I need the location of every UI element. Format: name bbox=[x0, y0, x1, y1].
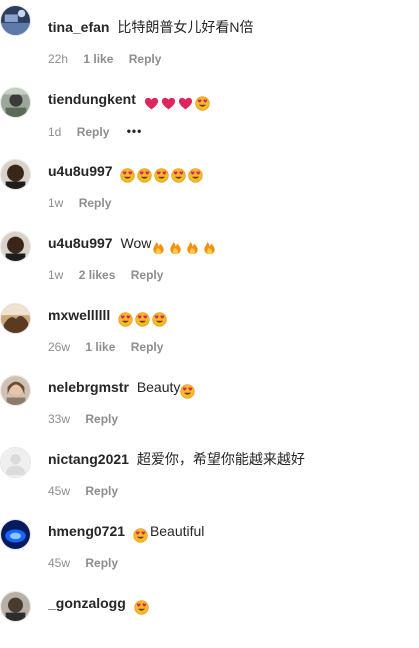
reply-button[interactable]: Reply bbox=[85, 412, 118, 426]
fire-icon bbox=[151, 240, 166, 255]
comment-username[interactable]: u4u8u997 bbox=[48, 163, 113, 179]
red-heart-icon bbox=[144, 96, 159, 111]
comment-timestamp[interactable]: 26w bbox=[48, 340, 70, 354]
heart-eyes-icon bbox=[180, 384, 196, 399]
heart-eyes-icon bbox=[120, 168, 136, 183]
comment-item: nictang2021 超爱你，希望你能越来越好 45w Reply bbox=[0, 432, 419, 504]
comment-likes[interactable]: 2 likes bbox=[79, 268, 116, 282]
reply-button[interactable]: Reply bbox=[85, 484, 118, 498]
avatar[interactable] bbox=[0, 591, 31, 622]
comment-timestamp[interactable]: 45w bbox=[48, 484, 70, 498]
avatar-image bbox=[1, 160, 30, 189]
comment-item: mxwellllll 26w 1 like Reply bbox=[0, 288, 419, 360]
comment-item: nelebrgmstr Beauty 33w Reply bbox=[0, 360, 419, 432]
comment-username[interactable]: mxwellllll bbox=[48, 307, 110, 323]
emoji-group bbox=[144, 93, 212, 111]
red-heart-icon bbox=[161, 96, 176, 111]
comment-item: tiendungkent 1d Reply ••• bbox=[0, 72, 419, 144]
comment-text: 超爱你，希望你能越来越好 bbox=[136, 451, 305, 467]
comment-timestamp[interactable]: 1w bbox=[48, 268, 63, 282]
reply-button[interactable]: Reply bbox=[79, 196, 112, 210]
emoji-group bbox=[180, 381, 197, 399]
reply-button[interactable]: Reply bbox=[131, 268, 164, 282]
comment-text: Wow bbox=[120, 235, 152, 251]
comment-text: 比特朗普女儿好看N倍 bbox=[117, 19, 254, 35]
comment-timestamp[interactable]: 45w bbox=[48, 556, 70, 570]
avatar[interactable] bbox=[0, 303, 31, 334]
reply-button[interactable]: Reply bbox=[85, 556, 118, 570]
emoji-group bbox=[134, 597, 151, 615]
avatar-image bbox=[1, 88, 30, 117]
emoji-group bbox=[118, 309, 169, 327]
avatar-image bbox=[1, 376, 30, 405]
comment-item: _gonzalogg bbox=[0, 576, 419, 648]
emoji-group bbox=[151, 237, 219, 255]
comment-item: tina_efan 比特朗普女儿好看N倍 22h 1 like Reply bbox=[0, 0, 419, 72]
default-avatar-icon bbox=[1, 448, 30, 477]
avatar-image bbox=[1, 304, 30, 333]
avatar-image bbox=[1, 6, 30, 35]
comment-timestamp[interactable]: 22h bbox=[48, 52, 68, 66]
heart-eyes-icon bbox=[188, 168, 204, 183]
heart-eyes-icon bbox=[133, 528, 148, 543]
comment-username[interactable]: nictang2021 bbox=[48, 451, 129, 467]
reply-button[interactable]: Reply bbox=[77, 125, 110, 139]
comment-username[interactable]: u4u8u997 bbox=[48, 235, 113, 251]
comment-likes[interactable]: 1 like bbox=[85, 340, 115, 354]
comment-username[interactable]: tina_efan bbox=[48, 19, 109, 35]
emoji-group bbox=[133, 525, 150, 543]
more-options-icon[interactable]: ••• bbox=[127, 124, 143, 138]
fire-icon bbox=[168, 240, 183, 255]
fire-icon bbox=[202, 240, 217, 255]
reply-button[interactable]: Reply bbox=[129, 52, 162, 66]
avatar[interactable] bbox=[0, 5, 31, 36]
avatar[interactable] bbox=[0, 231, 31, 262]
comment-timestamp[interactable]: 33w bbox=[48, 412, 70, 426]
avatar[interactable] bbox=[0, 447, 31, 478]
avatar-image bbox=[1, 592, 30, 621]
fire-icon bbox=[185, 240, 200, 255]
heart-eyes-icon bbox=[154, 168, 170, 183]
comment-item: u4u8u997 1w Reply bbox=[0, 144, 419, 216]
comment-timestamp[interactable]: 1d bbox=[48, 125, 61, 139]
comment-username[interactable]: nelebrgmstr bbox=[48, 379, 129, 395]
reply-button[interactable]: Reply bbox=[131, 340, 164, 354]
avatar[interactable] bbox=[0, 519, 31, 550]
comment-item: u4u8u997 Wow 1w 2 likes Reply bbox=[0, 216, 419, 288]
heart-eyes-icon bbox=[135, 312, 150, 327]
red-heart-icon bbox=[178, 96, 193, 111]
comment-likes[interactable]: 1 like bbox=[83, 52, 113, 66]
comment-timestamp[interactable]: 1w bbox=[48, 196, 63, 210]
comment-username[interactable]: _gonzalogg bbox=[48, 595, 126, 611]
heart-eyes-icon bbox=[195, 96, 210, 111]
heart-eyes-icon bbox=[118, 312, 133, 327]
emoji-group bbox=[120, 165, 205, 183]
comment-username[interactable]: tiendungkent bbox=[48, 91, 136, 107]
comment-username[interactable]: hmeng0721 bbox=[48, 523, 125, 539]
heart-eyes-icon bbox=[171, 168, 187, 183]
avatar[interactable] bbox=[0, 375, 31, 406]
avatar[interactable] bbox=[0, 159, 31, 190]
avatar-image bbox=[1, 520, 30, 549]
comment-item: hmeng0721 Beautiful 45w Reply bbox=[0, 504, 419, 576]
avatar[interactable] bbox=[0, 87, 31, 118]
avatar-image bbox=[1, 232, 30, 261]
comment-text: Beautiful bbox=[149, 523, 205, 539]
comment-text: Beauty bbox=[136, 379, 181, 395]
heart-eyes-icon bbox=[137, 168, 153, 183]
heart-eyes-icon bbox=[152, 312, 167, 327]
